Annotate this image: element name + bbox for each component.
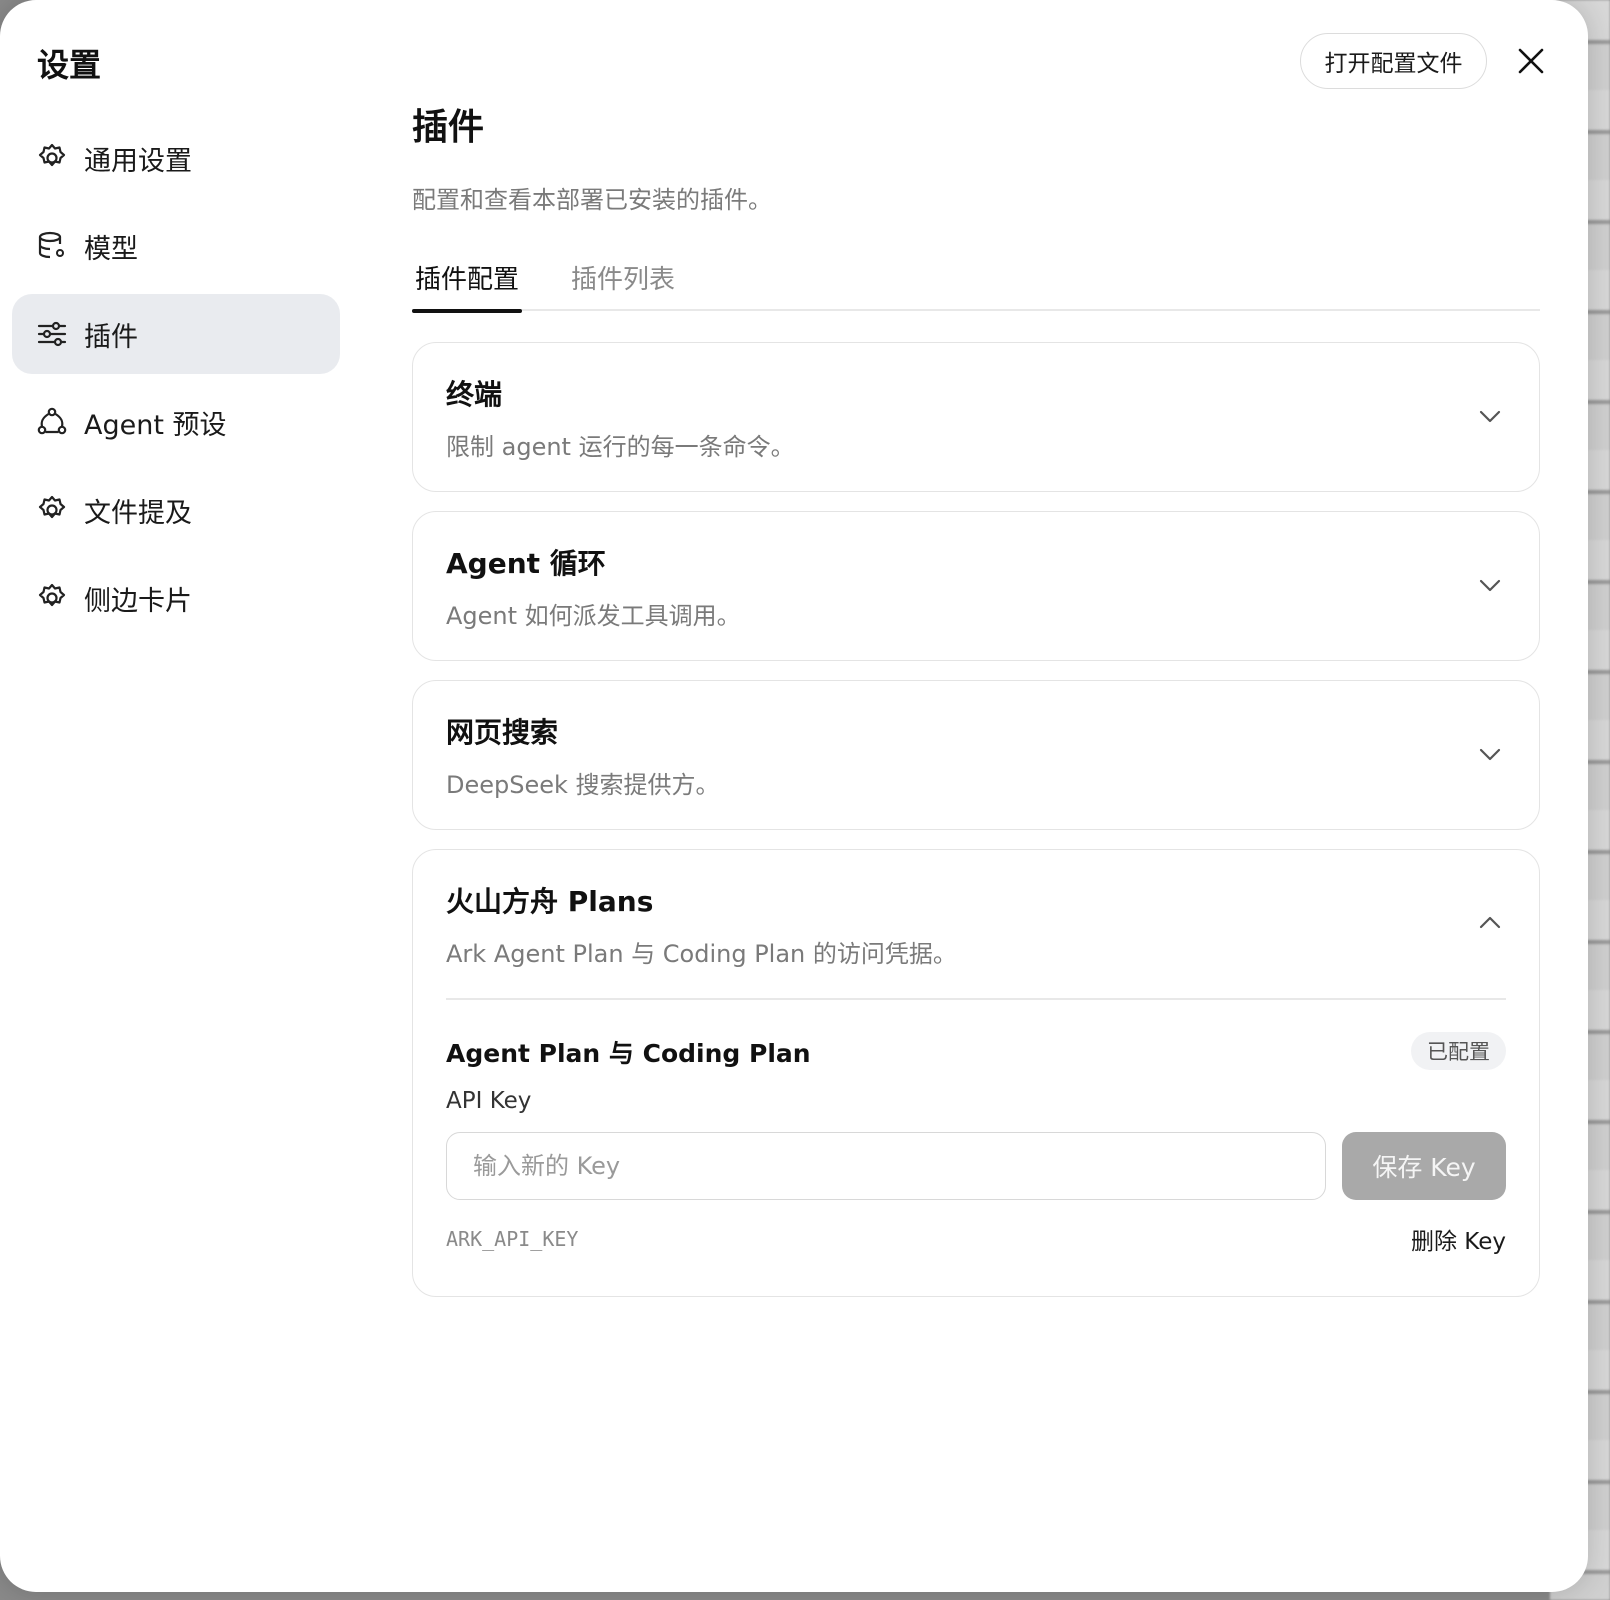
section-title: Agent Plan 与 Coding Plan [446,1039,811,1068]
plugin-card-web-search: 网页搜索 DeepSeek 搜索提供方。 [412,680,1540,830]
status-badge: 已配置 [1411,1032,1506,1070]
save-key-button[interactable]: 保存 Key [1342,1132,1506,1200]
plugin-card-terminal: 终端 限制 agent 运行的每一条命令。 [412,342,1540,492]
sliders-icon [36,318,68,350]
card-header[interactable]: 火山方舟 Plans Ark Agent Plan 与 Coding Plan … [413,850,1539,998]
delete-key-button[interactable]: 删除 Key [1411,1222,1506,1256]
card-expanded-body: Agent Plan 与 Coding Plan 已配置 API Key 保存 … [446,998,1506,1296]
card-description: Ark Agent Plan 与 Coding Plan 的访问凭据。 [446,940,957,968]
card-title: 终端 [446,378,503,411]
sidebar-item-label: Agent 预设 [84,409,227,441]
sidebar-item-label: 文件提及 [84,497,192,529]
card-description: 限制 agent 运行的每一条命令。 [446,433,795,461]
close-icon [1518,48,1544,74]
api-key-input[interactable] [446,1132,1326,1200]
database-gear-icon [36,230,68,262]
card-title: 网页搜索 [446,716,559,749]
card-title: 火山方舟 Plans [446,885,654,918]
card-description: Agent 如何派发工具调用。 [446,602,741,630]
sidebar-item-label: 模型 [84,233,138,265]
api-key-label: API Key [446,1088,532,1114]
sidebar-item-general[interactable]: 通用设置 [12,118,340,198]
sidebar-item-label: 通用设置 [84,145,192,177]
chevron-down-icon [1479,579,1501,592]
gear-icon [36,494,68,526]
tab-plugin-list[interactable]: 插件列表 [568,259,678,311]
card-header[interactable]: 网页搜索 DeepSeek 搜索提供方。 [413,681,1539,829]
settings-sidebar: 通用设置 模型 插件 Agent 预设 文件提及 侧边卡片 [12,118,340,646]
sidebar-item-plugins[interactable]: 插件 [12,294,340,374]
close-button[interactable] [1510,40,1552,82]
card-title: Agent 循环 [446,547,606,580]
plugin-card-volcengine-ark: 火山方舟 Plans Ark Agent Plan 与 Coding Plan … [412,849,1540,1297]
api-key-footer: ARK_API_KEY 删除 Key [446,1222,1506,1296]
sidebar-item-agent-presets[interactable]: Agent 预设 [12,382,340,462]
agent-icon [36,406,68,438]
sidebar-item-models[interactable]: 模型 [12,206,340,286]
api-key-row: 保存 Key [446,1132,1506,1200]
open-config-file-button[interactable]: 打开配置文件 [1300,33,1487,89]
sidebar-item-side-cards[interactable]: 侧边卡片 [12,558,340,638]
card-header[interactable]: 终端 限制 agent 运行的每一条命令。 [413,343,1539,491]
plugin-card-agent-loop: Agent 循环 Agent 如何派发工具调用。 [412,511,1540,661]
sidebar-item-file-mentions[interactable]: 文件提及 [12,470,340,550]
sidebar-item-label: 插件 [84,321,138,353]
dialog-title: 设置 [37,46,102,84]
chevron-down-icon [1479,410,1501,423]
settings-dialog: 设置 打开配置文件 通用设置 模型 插件 Agent 预设 文件提及 侧边卡片 … [0,0,1588,1592]
gear-icon [36,142,68,174]
plugin-tabs: 插件配置 插件列表 [412,259,1540,313]
main-content: 插件 配置和查看本部署已安装的插件。 插件配置 插件列表 [412,98,1540,313]
env-var-name: ARK_API_KEY [446,1227,579,1251]
gear-icon [36,582,68,614]
card-header[interactable]: Agent 循环 Agent 如何派发工具调用。 [413,512,1539,660]
page-title: 插件 [412,107,485,148]
page-subtitle: 配置和查看本部署已安装的插件。 [412,186,772,214]
sidebar-item-label: 侧边卡片 [84,585,192,617]
chevron-down-icon [1479,748,1501,761]
card-description: DeepSeek 搜索提供方。 [446,771,720,799]
chevron-up-icon [1479,916,1501,929]
tab-plugin-config[interactable]: 插件配置 [412,259,523,313]
